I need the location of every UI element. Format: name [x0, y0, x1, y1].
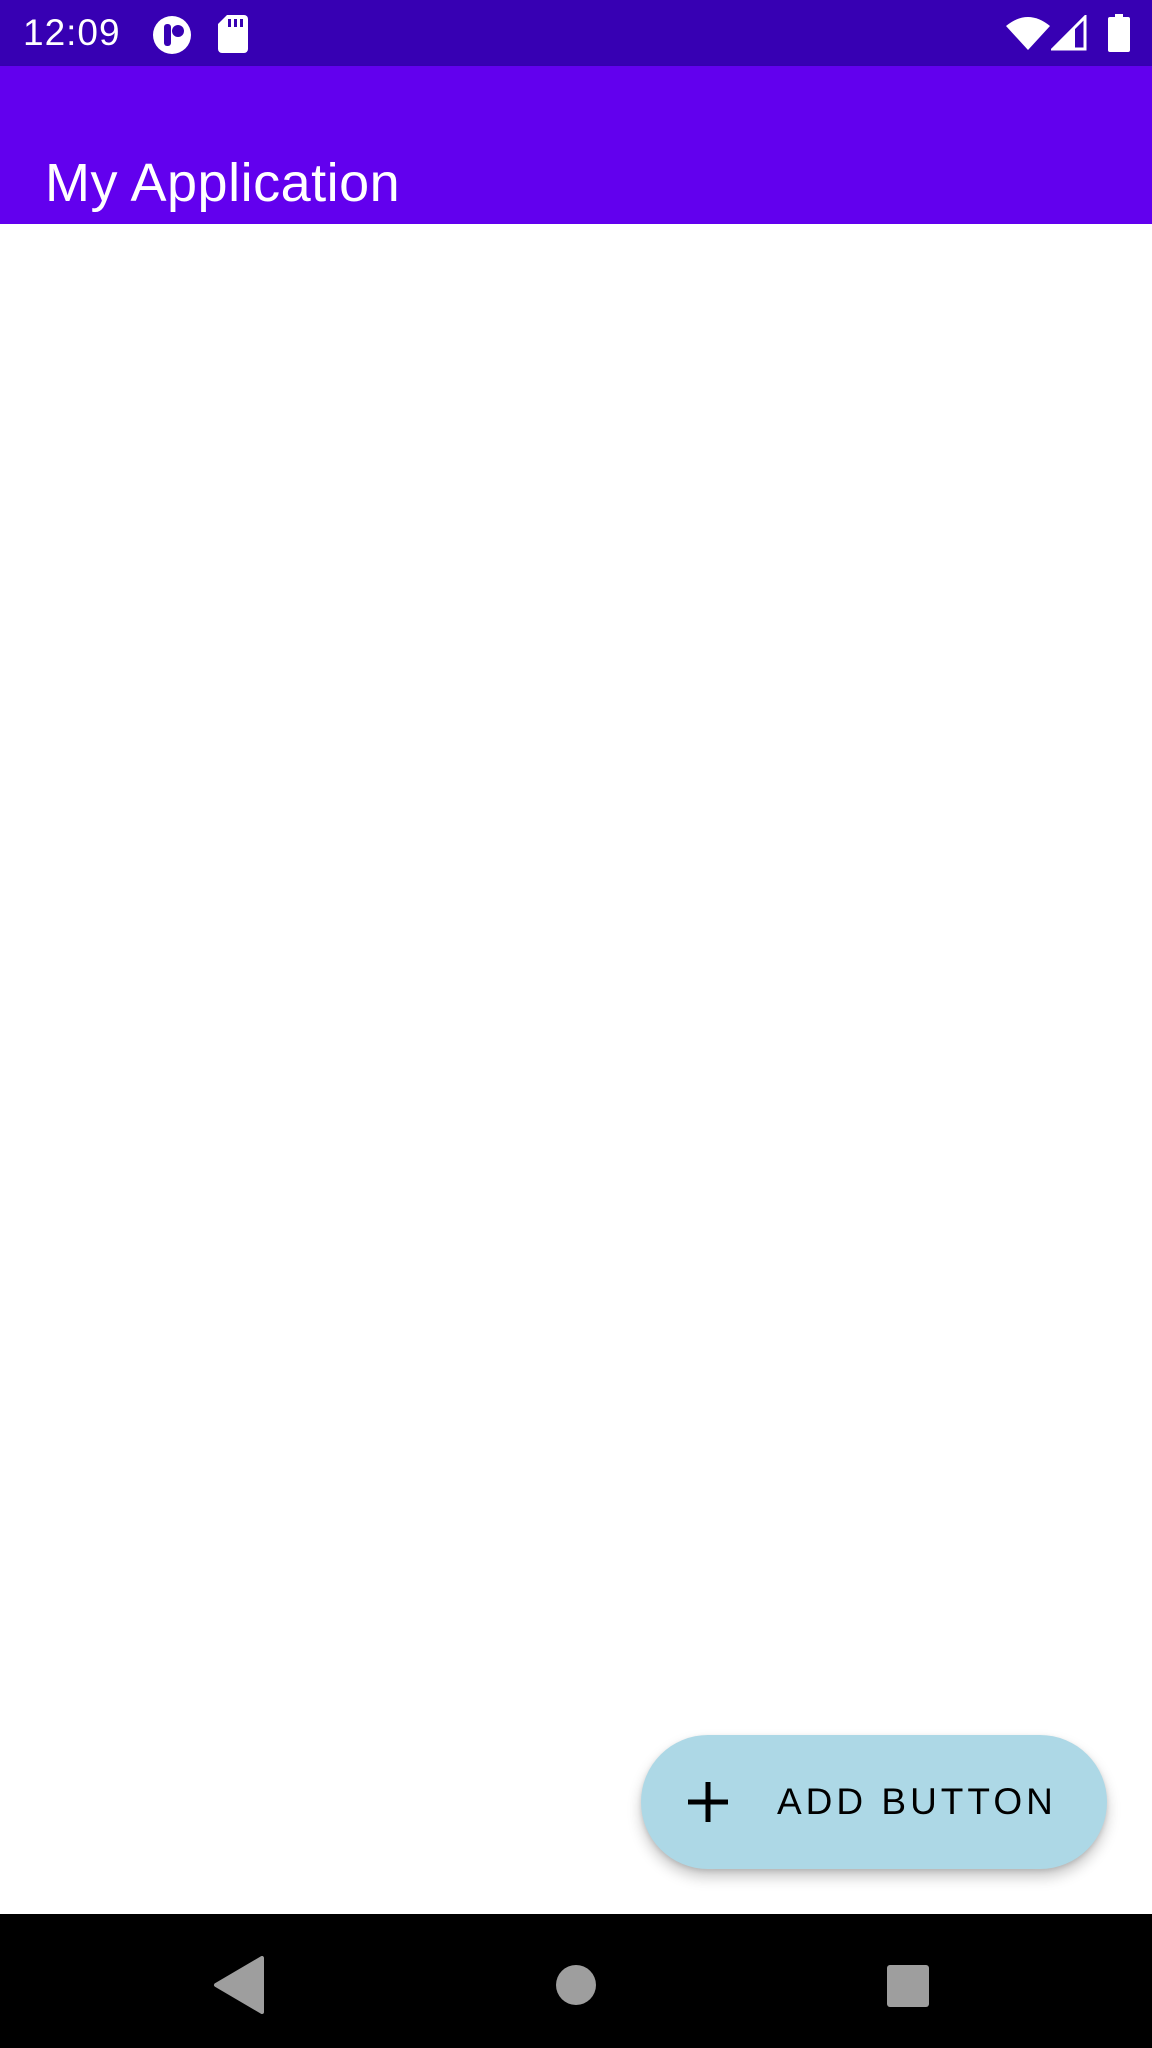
- navigation-bar: [0, 1914, 1152, 2048]
- add-button[interactable]: ADD BUTTON: [641, 1735, 1107, 1869]
- battery-icon: [1108, 14, 1130, 52]
- plus-icon: [688, 1782, 728, 1822]
- content-area: [0, 224, 1152, 1914]
- recents-icon[interactable]: [880, 1958, 936, 2014]
- status-time: 12:09: [23, 12, 121, 53]
- app-bar: My Application: [0, 66, 1152, 224]
- wifi-icon: [1006, 17, 1050, 50]
- signal-icon: [1051, 15, 1087, 51]
- status-bar: 12:09: [0, 0, 1152, 66]
- add-button-label: ADD BUTTON: [777, 1781, 1057, 1822]
- sd-card-icon: [218, 15, 248, 53]
- app-title: My Application: [45, 153, 401, 214]
- home-icon[interactable]: [548, 1957, 604, 2013]
- back-icon[interactable]: [210, 1956, 266, 2014]
- notification-app-icon: [153, 16, 191, 54]
- app-screen: 12:09 My Application ADD BUTTON: [0, 0, 1152, 2048]
